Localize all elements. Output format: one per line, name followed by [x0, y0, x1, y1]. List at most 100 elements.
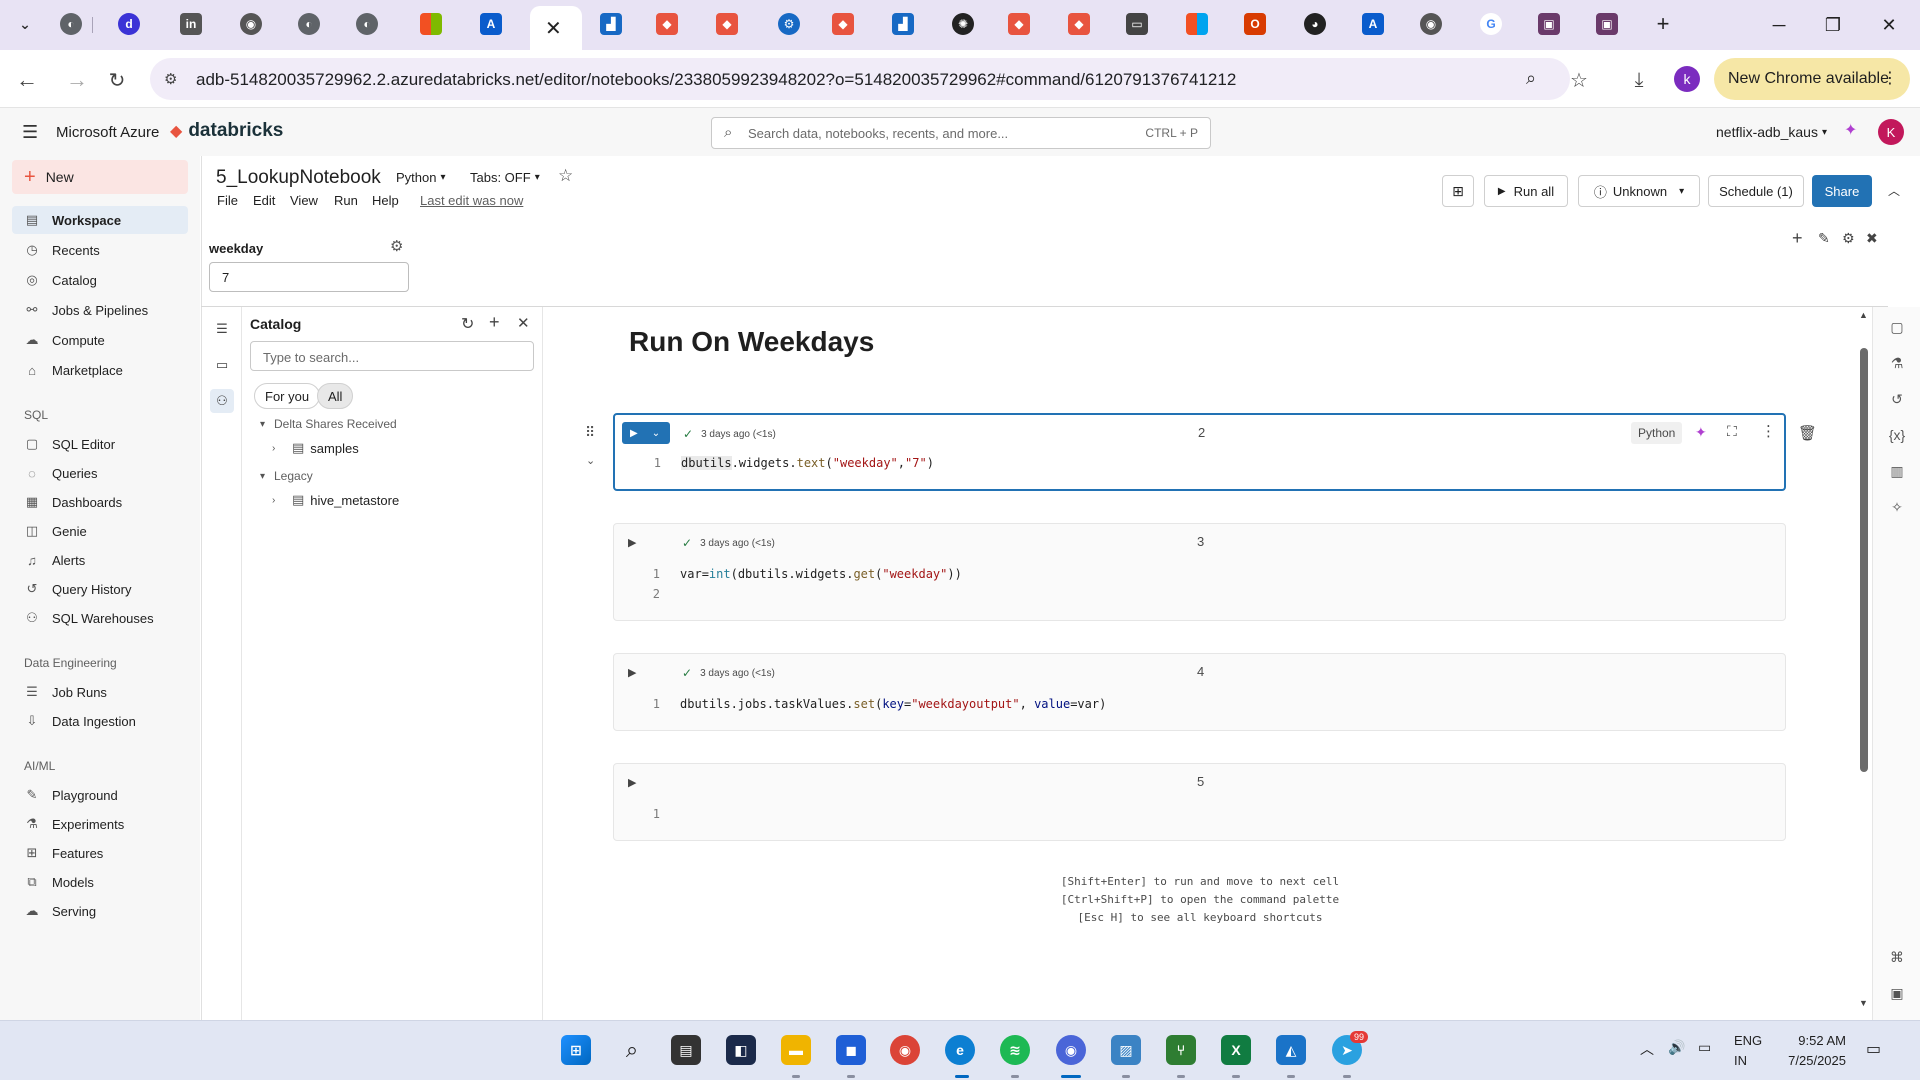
filter-for-you[interactable]: For you [254, 383, 321, 409]
command-icon[interactable]: ⌘ [1887, 947, 1907, 967]
zoom-icon[interactable]: ⌕ [1526, 68, 1536, 89]
site-info-icon[interactable]: ⚙ [164, 70, 177, 88]
active-tab[interactable]: ✕ [530, 6, 582, 50]
google-tab-icon[interactable]: G [1480, 13, 1502, 35]
comments-icon[interactable]: ▢ [1887, 317, 1907, 337]
version-history-icon[interactable]: ↺ [1887, 389, 1907, 409]
add-widget-icon[interactable]: + [1792, 228, 1803, 249]
cell-menu-icon[interactable]: ⋮ [1761, 422, 1776, 440]
databricks-tab-icon[interactable]: ◆ [656, 13, 678, 35]
notebook-title[interactable]: 5_LookupNotebook [216, 167, 381, 189]
widgets-icon[interactable]: ◧ [726, 1035, 756, 1065]
edge-app-icon[interactable]: e [945, 1035, 975, 1065]
chromium-tab-icon[interactable]: ◉ [240, 13, 262, 35]
code-line[interactable]: 1 [634, 807, 680, 821]
databricks-tab-icon-2[interactable]: ◆ [716, 13, 738, 35]
menu-help[interactable]: Help [372, 193, 399, 208]
collapse-cell-icon[interactable]: ⌄ [586, 454, 595, 467]
back-icon[interactable]: ← [14, 67, 40, 93]
edit-widget-icon[interactable]: ✎ [1818, 230, 1830, 247]
globe-tab-icon[interactable]: ◐ [60, 13, 82, 35]
tree-item-hive-metastore[interactable]: › ▤ hive_metastore [272, 492, 399, 508]
widget-panel-settings-icon[interactable]: ⚙ [1842, 230, 1855, 247]
close-window-icon[interactable]: ✕ [1876, 12, 1902, 38]
code-cell-5[interactable]: ▶ 5 1 [613, 763, 1786, 841]
nav-alerts[interactable]: ♫ Alerts [12, 546, 188, 574]
nav-catalog[interactable]: ◎ Catalog [12, 266, 188, 294]
tree-group-delta-shares[interactable]: ▾ Delta Shares Received [260, 417, 397, 431]
code-line[interactable]: 2 [634, 587, 680, 601]
databricks-logo[interactable]: ◆ databricks [170, 120, 283, 142]
nav-features[interactable]: ⊞ Features [12, 839, 188, 867]
nav-sql-editor[interactable]: ▢ SQL Editor [12, 430, 188, 458]
databricks-tab-icon-4[interactable]: ◆ [1008, 13, 1030, 35]
favorite-star-icon[interactable]: ☆ [558, 166, 573, 186]
run-all-button[interactable]: ▶ Run all [1484, 175, 1568, 207]
hamburger-menu-icon[interactable]: ☰ [22, 122, 38, 143]
git-app-icon[interactable]: ⑂ [1166, 1035, 1196, 1065]
download-icon[interactable]: ⤓ [1626, 67, 1652, 93]
add-icon[interactable]: + [489, 312, 500, 333]
widget-settings-icon[interactable]: ⚙ [390, 237, 403, 255]
globe-tab-icon-2[interactable]: ◐ [298, 13, 320, 35]
last-edit-link[interactable]: Last edit was now [420, 193, 523, 208]
close-panel-icon[interactable]: ✕ [517, 314, 530, 332]
tree-item-samples[interactable]: › ▤ samples [272, 440, 359, 456]
close-tab-icon[interactable]: ✕ [545, 16, 562, 41]
experiment-icon[interactable]: ⚗ [1887, 353, 1907, 373]
notebook-scrollbar[interactable]: ▲ ▼ [1857, 310, 1871, 1010]
language-selector[interactable]: Python ▾ [396, 170, 446, 185]
office-tab-icon[interactable]: O [1244, 13, 1266, 35]
menu-view[interactable]: View [290, 193, 318, 208]
url-text[interactable]: adb-514820035729962.2.azuredatabricks.ne… [196, 70, 1236, 90]
chrome-profile-app-icon[interactable]: ◉ [1056, 1035, 1086, 1065]
task-view-icon[interactable]: ▤ [671, 1035, 701, 1065]
maps-app-icon[interactable]: ◭ [1276, 1035, 1306, 1065]
taskbar-search-icon[interactable]: ⌕ [617, 1035, 647, 1065]
table-of-contents-icon[interactable]: ☰ [210, 317, 234, 341]
workspace-switcher[interactable]: netflix-adb_kaus ▾ [1716, 124, 1827, 140]
openai-tab-icon[interactable]: ✺ [952, 13, 974, 35]
nav-dashboards[interactable]: ▦ Dashboards [12, 488, 188, 516]
battery-icon[interactable]: ▭ [1698, 1039, 1711, 1056]
nav-serving[interactable]: ☁ Serving [12, 897, 188, 925]
photo-tab-icon[interactable]: ▣ [1538, 13, 1560, 35]
menu-edit[interactable]: Edit [253, 193, 275, 208]
bookmark-star-icon[interactable]: ☆ [1566, 67, 1592, 93]
chrome-app-icon[interactable]: ◉ [890, 1035, 920, 1065]
microsoft-tab-icon[interactable] [420, 13, 442, 35]
tree-group-legacy[interactable]: ▾ Legacy [260, 469, 313, 483]
variables-icon[interactable]: {x} [1887, 425, 1907, 445]
assistant-icon[interactable]: ✧ [1887, 497, 1907, 517]
new-button[interactable]: + New [12, 160, 188, 194]
databricks-tab-icon-5[interactable]: ◆ [1068, 13, 1090, 35]
code-line[interactable]: 1 dbutils.widgets.text("weekday","7") [635, 456, 934, 470]
chart-tab-icon-2[interactable]: ▟ [892, 13, 914, 35]
terminal-icon[interactable]: ▣ [1887, 983, 1907, 1003]
nav-jobs-pipelines[interactable]: ⚯ Jobs & Pipelines [12, 296, 188, 324]
run-cell-button[interactable]: ▶ ⌄ [622, 422, 670, 444]
menu-run[interactable]: Run [334, 193, 358, 208]
user-avatar[interactable]: K [1878, 119, 1904, 145]
play-icon[interactable]: ▶ [628, 776, 640, 789]
pin-icon[interactable]: ✖ [1866, 230, 1878, 247]
collapse-header-icon[interactable]: ︿ [1888, 182, 1900, 199]
photos-app-icon[interactable]: ▨ [1111, 1035, 1141, 1065]
store-app-icon[interactable]: ◼ [836, 1035, 866, 1065]
new-tab-icon[interactable]: + [1652, 11, 1674, 36]
widget-input-weekday[interactable]: 7 [209, 262, 409, 292]
drag-handle-icon[interactable]: ⠿ [585, 424, 595, 441]
share-button[interactable]: Share [1812, 175, 1872, 207]
scrollbar-thumb[interactable] [1860, 348, 1868, 772]
volume-icon[interactable]: 🔊 [1668, 1039, 1685, 1056]
nav-query-history[interactable]: ↺ Query History [12, 575, 188, 603]
photo-tab-icon-2[interactable]: ▣ [1596, 13, 1618, 35]
workspace-files-icon[interactable]: ▭ [210, 353, 234, 377]
excel-app-icon[interactable]: X [1221, 1035, 1251, 1065]
tab-search-chevron-icon[interactable]: ⌄ [14, 13, 36, 35]
schedule-button[interactable]: Schedule (1) [1708, 175, 1804, 207]
window-tab-icon[interactable]: ▭ [1126, 13, 1148, 35]
assistant-sparkle-icon[interactable]: ✦ [1844, 120, 1857, 140]
chart-tab-icon[interactable]: ▟ [600, 13, 622, 35]
azure-tab-icon-2[interactable]: A [1362, 13, 1384, 35]
